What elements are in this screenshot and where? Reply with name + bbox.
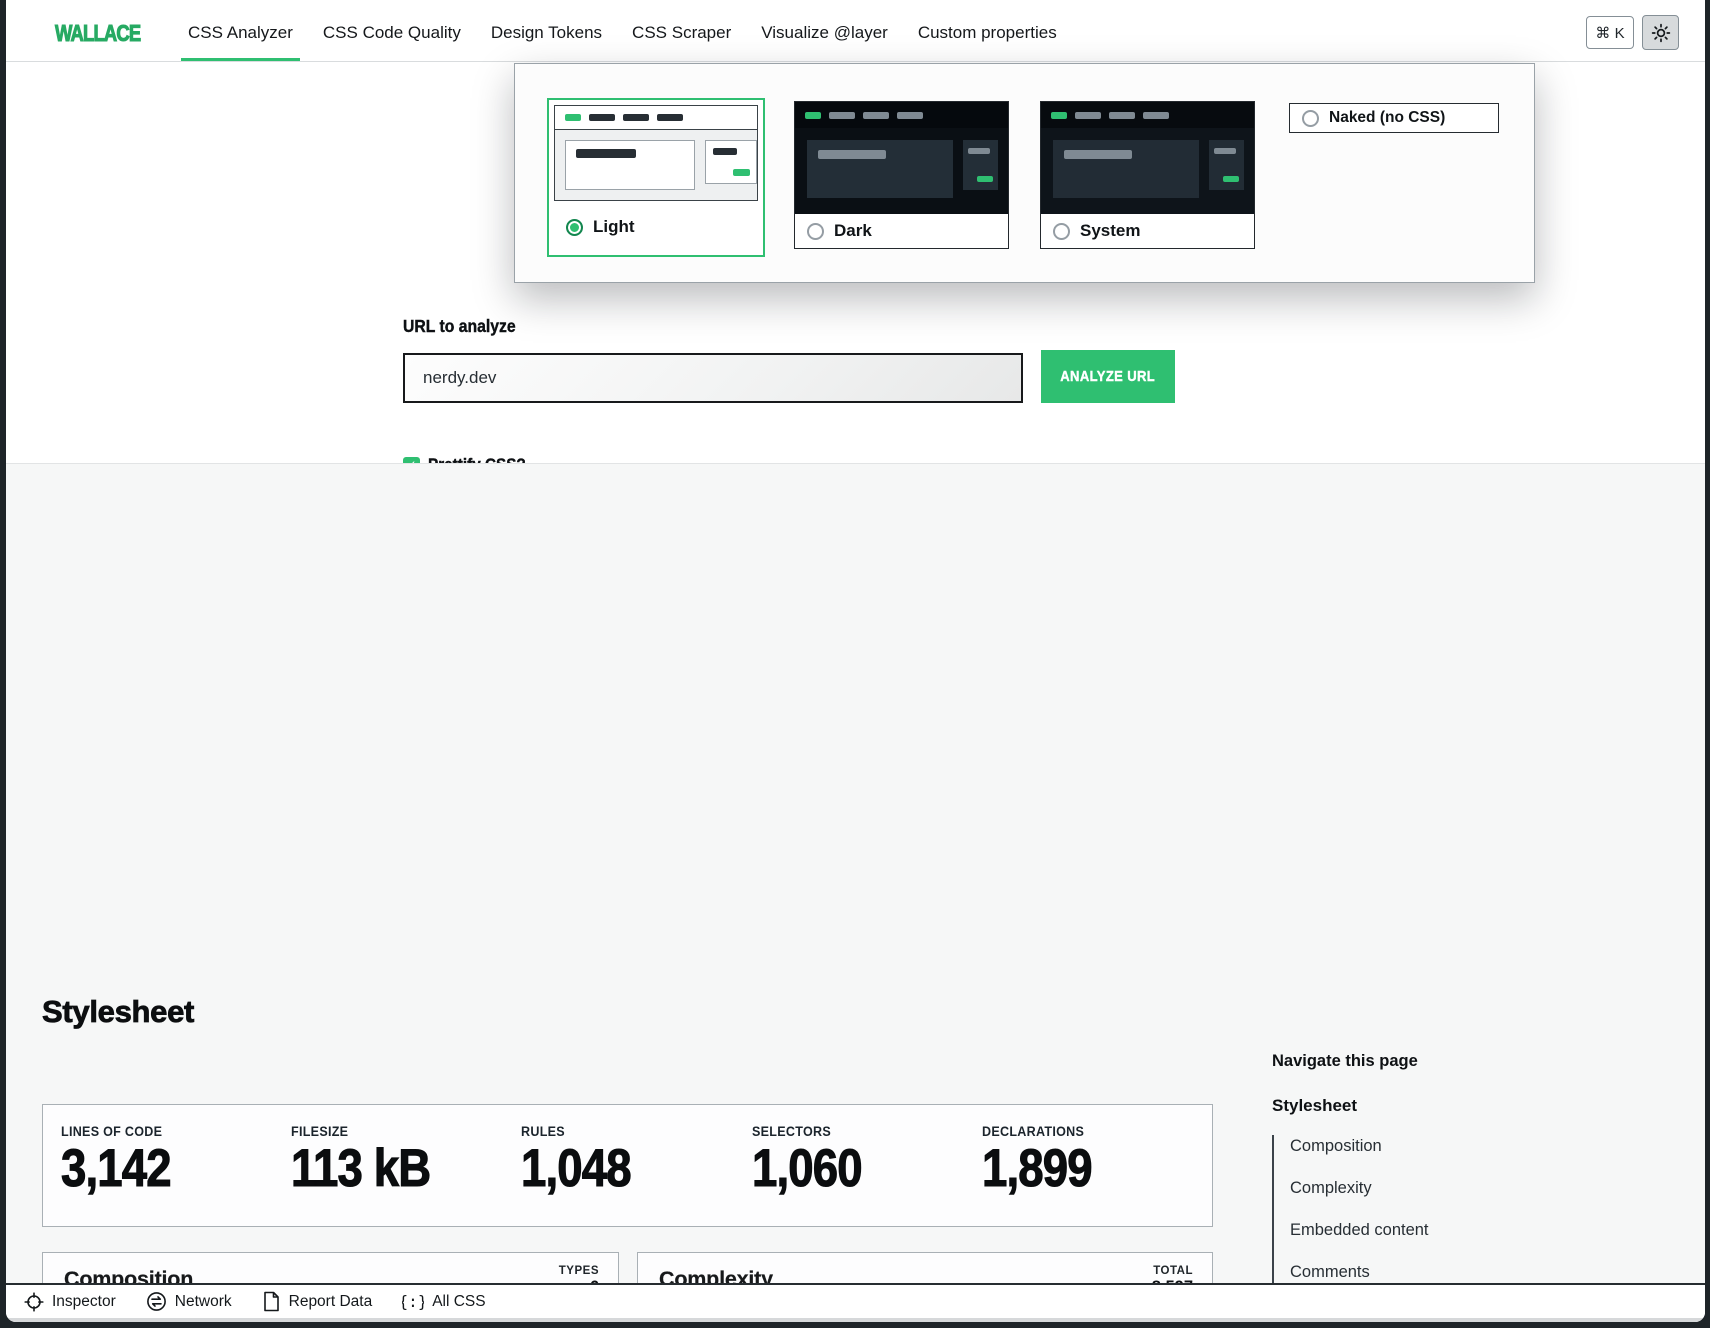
toolbar-network[interactable]: Network <box>146 1291 232 1312</box>
stylesheet-stats-panel: LINES OF CODE3,142FILESIZE113 kBRULES1,0… <box>42 1104 1213 1227</box>
toolbar-report-data[interactable]: Report Data <box>262 1291 373 1312</box>
header: WALLACE CSS AnalyzerCSS Code QualityDesi… <box>6 4 1705 62</box>
app-window: WALLACE CSS AnalyzerCSS Code QualityDesi… <box>0 0 1710 1328</box>
stat-filesize: FILESIZE113 kB <box>291 1124 521 1226</box>
radio-naked[interactable] <box>1302 110 1319 127</box>
bottom-strip <box>6 1318 1705 1322</box>
results-section: Stylesheet LINES OF CODE3,142FILESIZE113… <box>6 463 1705 1322</box>
nav-item-stylesheet-embedded-content[interactable]: Embedded content <box>1290 1221 1522 1240</box>
main-nav: CSS AnalyzerCSS Code QualityDesign Token… <box>173 4 1072 61</box>
tab-custom-properties[interactable]: Custom properties <box>903 4 1072 61</box>
tab-visualize-layer[interactable]: Visualize @layer <box>746 4 903 61</box>
system-preview <box>1041 102 1254 214</box>
command-palette-button[interactable]: ⌘ K <box>1586 16 1634 49</box>
theme-toggle-button[interactable] <box>1642 15 1679 50</box>
theme-option-dark[interactable]: Dark <box>794 101 1009 249</box>
theme-label-dark: Dark <box>834 221 872 241</box>
tab-css-analyzer[interactable]: CSS Analyzer <box>173 4 308 61</box>
tab-design-tokens[interactable]: Design Tokens <box>476 4 617 61</box>
nav-item-stylesheet-comments[interactable]: Comments <box>1290 1263 1522 1282</box>
theme-option-system[interactable]: System <box>1040 101 1255 249</box>
stat-declarations: DECLARATIONS1,899 <box>982 1124 1212 1226</box>
report-data-icon <box>262 1291 281 1312</box>
theme-label-naked: Naked (no CSS) <box>1329 109 1445 127</box>
toolbar-inspector[interactable]: Inspector <box>24 1292 116 1312</box>
stylesheet-heading: Stylesheet <box>42 994 194 1030</box>
toolbar-all-css[interactable]: {:}All CSS <box>402 1292 485 1312</box>
nav-group-stylesheet[interactable]: Stylesheet <box>1272 1096 1522 1116</box>
radio-system[interactable] <box>1053 223 1070 240</box>
radio-light[interactable] <box>566 219 583 236</box>
url-label: URL to analyze <box>403 316 528 337</box>
theme-menu: Light Dark System Naked (no CSS) <box>514 63 1535 283</box>
stat-selectors: SELECTORS1,060 <box>752 1124 982 1226</box>
stat-lines-of-code: LINES OF CODE3,142 <box>61 1124 291 1226</box>
theme-option-light[interactable]: Light <box>547 98 765 257</box>
page: WALLACE CSS AnalyzerCSS Code QualityDesi… <box>6 0 1705 1322</box>
dark-preview <box>795 102 1008 214</box>
theme-label-light: Light <box>593 217 635 237</box>
analyze-url-button[interactable]: ANALYZE URL <box>1041 350 1175 403</box>
tab-css-code-quality[interactable]: CSS Code Quality <box>308 4 476 61</box>
wallace-logo[interactable]: WALLACE <box>55 20 162 47</box>
theme-option-naked[interactable]: Naked (no CSS) <box>1289 103 1499 133</box>
tab-css-scraper[interactable]: CSS Scraper <box>617 4 746 61</box>
inspector-icon <box>24 1292 44 1312</box>
url-input[interactable] <box>403 353 1023 403</box>
page-nav-title: Navigate this page <box>1272 1052 1522 1071</box>
nav-item-stylesheet-composition[interactable]: Composition <box>1290 1137 1522 1156</box>
light-preview <box>554 105 758 201</box>
header-actions: ⌘ K <box>1586 4 1679 61</box>
bottom-toolbar: Inspector Network Report Data {:}All CSS <box>6 1283 1705 1318</box>
theme-label-system: System <box>1080 221 1140 241</box>
page-nav: Navigate this page Stylesheet Composition… <box>1272 1052 1522 1322</box>
network-icon <box>146 1291 167 1312</box>
radio-dark[interactable] <box>807 223 824 240</box>
all-css-icon: {:} <box>402 1292 424 1312</box>
sun-icon <box>1651 23 1671 43</box>
stat-rules: RULES1,048 <box>521 1124 751 1226</box>
svg-text:{:}: {:} <box>402 1292 424 1311</box>
nav-item-stylesheet-complexity[interactable]: Complexity <box>1290 1179 1522 1198</box>
